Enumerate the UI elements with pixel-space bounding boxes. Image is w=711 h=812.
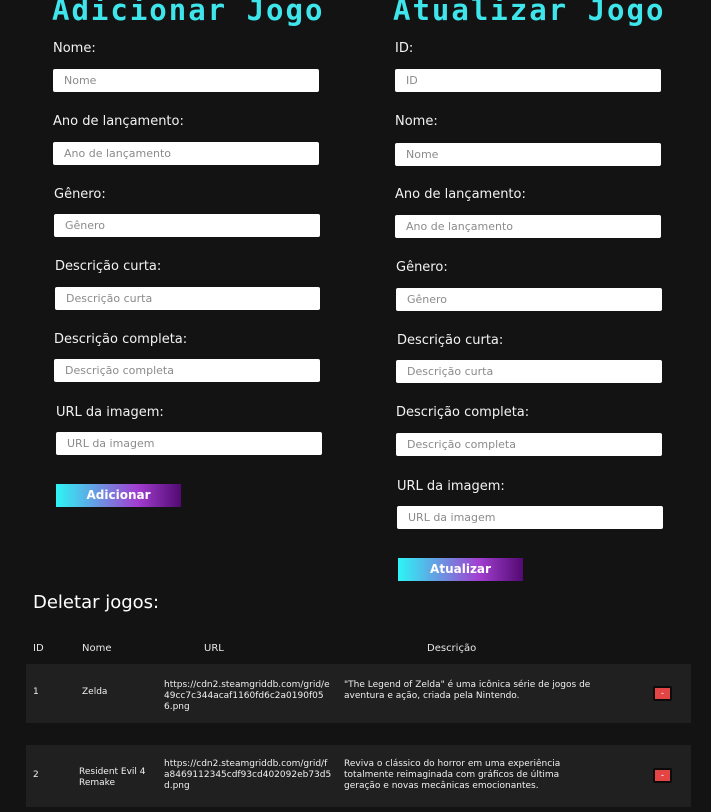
add-full-desc-label: Descrição completa: <box>54 332 188 347</box>
add-year-label: Ano de lançamento: <box>53 114 184 129</box>
row-name: Resident Evil 4 Remake <box>79 767 146 788</box>
add-genre-label: Gênero: <box>54 187 106 202</box>
update-year-label: Ano de lançamento: <box>395 187 526 202</box>
add-genre-input[interactable] <box>54 214 320 237</box>
add-image-url-input[interactable] <box>56 432 322 455</box>
add-form-title: Adicionar Jogo <box>52 0 325 27</box>
add-full-desc-input[interactable] <box>54 359 320 382</box>
update-id-input[interactable] <box>395 69 661 92</box>
add-short-desc-label: Descrição curta: <box>55 259 162 274</box>
update-name-label: Nome: <box>395 114 438 129</box>
column-header-name: Nome <box>82 643 112 654</box>
column-header-url: URL <box>204 643 224 654</box>
table-row: 2 Resident Evil 4 Remake https://cdn2.st… <box>26 745 691 807</box>
row-description: Reviva o clássico do horror em uma exper… <box>344 759 561 791</box>
add-short-desc-input[interactable] <box>55 287 320 310</box>
update-short-desc-label: Descrição curta: <box>397 333 504 348</box>
table-row: 1 Zelda https://cdn2.steamgriddb.com/gri… <box>26 664 691 723</box>
column-header-description: Descrição <box>427 643 477 654</box>
add-name-label: Nome: <box>53 41 96 56</box>
update-genre-label: Gênero: <box>396 260 448 275</box>
update-short-desc-input[interactable] <box>396 360 662 383</box>
row-description: "The Legend of Zelda" é uma icônica séri… <box>344 680 591 701</box>
delete-section-title: Deletar jogos: <box>33 592 160 613</box>
add-year-input[interactable] <box>53 142 319 165</box>
row-id: 1 <box>33 687 39 697</box>
update-image-url-input[interactable] <box>397 506 663 529</box>
update-name-input[interactable] <box>395 143 661 166</box>
add-image-url-label: URL da imagem: <box>56 405 164 420</box>
update-year-input[interactable] <box>395 215 661 238</box>
row-name: Zelda <box>82 687 108 697</box>
delete-button[interactable]: - <box>653 768 672 783</box>
row-id: 2 <box>33 770 39 780</box>
update-form-title: Atualizar Jogo <box>393 0 666 27</box>
update-genre-input[interactable] <box>396 288 662 311</box>
update-id-label: ID: <box>395 41 414 56</box>
delete-button[interactable]: - <box>653 686 672 701</box>
update-full-desc-label: Descrição completa: <box>396 405 530 420</box>
column-header-id: ID <box>33 643 44 654</box>
update-button[interactable]: Atualizar <box>398 558 523 581</box>
add-name-input[interactable] <box>53 69 319 92</box>
update-image-url-label: URL da imagem: <box>397 479 505 494</box>
row-url: https://cdn2.steamgriddb.com/grid/e49cc7… <box>164 680 330 712</box>
add-button[interactable]: Adicionar <box>56 484 181 507</box>
row-url: https://cdn2.steamgriddb.com/grid/fa8469… <box>164 759 332 791</box>
update-full-desc-input[interactable] <box>396 433 662 456</box>
